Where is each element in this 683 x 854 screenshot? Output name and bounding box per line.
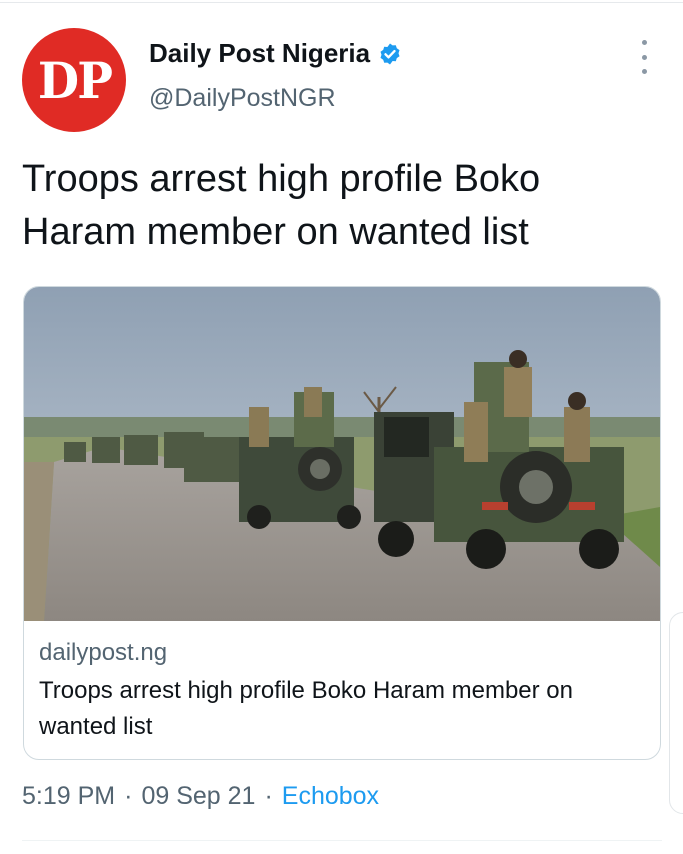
tweet-time[interactable]: 5:19 PM: [22, 782, 115, 810]
author-display-name[interactable]: Daily Post Nigeria: [149, 38, 370, 69]
link-card[interactable]: dailypost.ng Troops arrest high profile …: [23, 286, 661, 760]
tweet-source-link[interactable]: Echobox: [282, 782, 379, 810]
meta-separator: ·: [124, 782, 133, 810]
more-options-icon[interactable]: [636, 40, 652, 74]
avatar-logo-text: DP: [37, 50, 112, 110]
card-body[interactable]: dailypost.ng Troops arrest high profile …: [39, 637, 649, 745]
side-panel-edge: [669, 612, 683, 814]
author-handle[interactable]: @DailyPostNGR: [149, 84, 336, 113]
card-domain: dailypost.ng: [39, 639, 168, 666]
tweet-date[interactable]: 09 Sep 21: [141, 782, 255, 810]
avatar[interactable]: DP: [22, 28, 126, 132]
tweet-text: Troops arrest high profile Boko Haram me…: [22, 158, 541, 253]
meta-separator: ·: [264, 782, 273, 810]
verified-badge-icon: [380, 43, 400, 64]
card-image[interactable]: [24, 287, 660, 621]
bottom-divider: [22, 840, 662, 841]
card-title: Troops arrest high profile Boko Haram me…: [39, 677, 573, 740]
author-name-row[interactable]: Daily Post Nigeria: [149, 38, 402, 69]
top-divider: [0, 2, 683, 3]
tweet-metadata: 5:19 PM · 09 Sep 21 · Echobox: [22, 782, 379, 811]
